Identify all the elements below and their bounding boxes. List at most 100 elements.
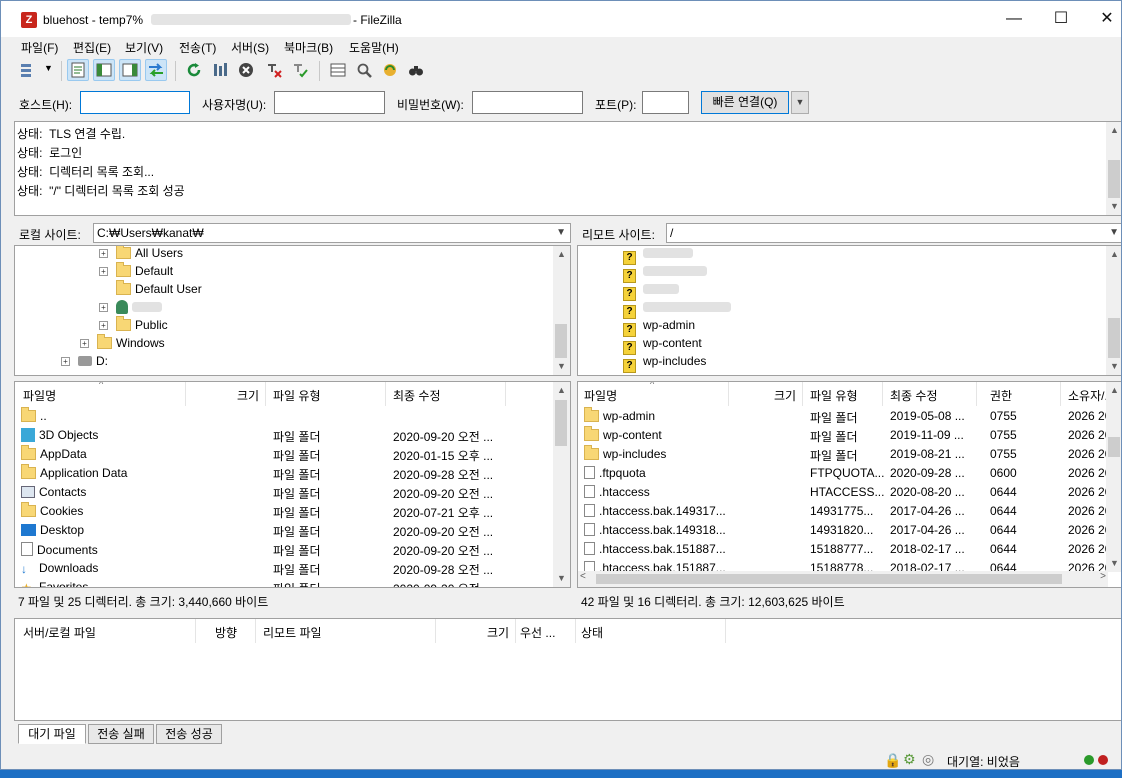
toggle-remote-tree-button[interactable]	[119, 59, 141, 81]
local-path-combo[interactable]: C:₩Users₩kanat₩ ▼	[93, 223, 571, 243]
menu-file[interactable]: 파일(F)	[21, 39, 58, 56]
quickconnect-button[interactable]: 빠른 연결(Q)	[701, 91, 789, 114]
chevron-down-icon[interactable]: ▼	[1109, 224, 1119, 242]
queue-column-priority[interactable]: 우선 ...	[520, 624, 555, 641]
local-list-scrollbar[interactable]: ▲ ▼	[553, 382, 570, 587]
process-queue-button[interactable]	[209, 59, 231, 81]
scroll-thumb[interactable]	[1108, 318, 1120, 358]
tree-item[interactable]: + Windows	[80, 334, 165, 354]
scroll-up-icon[interactable]: ▲	[553, 382, 570, 399]
log-scrollbar[interactable]: ▲ ▼	[1106, 122, 1121, 215]
site-manager-button[interactable]: ▼	[17, 59, 55, 81]
queue-column-size[interactable]: 크기	[487, 624, 509, 641]
tree-item[interactable]: ?	[623, 264, 707, 283]
scroll-down-icon[interactable]: ▼	[1106, 555, 1121, 572]
column-divider[interactable]	[505, 382, 506, 406]
expand-icon[interactable]: +	[99, 303, 108, 312]
column-size-header[interactable]: 크기	[774, 387, 796, 404]
sync-browse-button[interactable]	[379, 59, 401, 81]
remote-list-hscrollbar[interactable]: < >	[578, 571, 1108, 587]
expand-icon[interactable]: +	[99, 267, 108, 276]
refresh-button[interactable]	[183, 59, 205, 81]
find-files-button[interactable]	[405, 59, 427, 81]
tree-item[interactable]: ? wp-content	[623, 336, 702, 355]
port-input[interactable]	[642, 91, 689, 114]
column-divider[interactable]	[725, 619, 726, 643]
scroll-down-icon[interactable]: ▼	[1106, 198, 1121, 215]
scroll-thumb[interactable]	[596, 574, 1062, 584]
tree-item[interactable]: ?	[623, 246, 693, 265]
toggle-queue-button[interactable]	[145, 59, 167, 81]
search-button[interactable]	[353, 59, 375, 81]
remote-list-scrollbar[interactable]: ▲ ▼	[1106, 382, 1121, 572]
tab-failed-transfers[interactable]: 전송 실패	[88, 724, 154, 744]
chevron-down-icon[interactable]: ▼	[556, 224, 566, 242]
toggle-local-tree-button[interactable]	[93, 59, 115, 81]
remote-path-combo[interactable]: / ▼	[666, 223, 1121, 243]
queue-column-local[interactable]: 서버/로컬 파일	[23, 624, 96, 641]
menu-bookmarks[interactable]: 북마크(B)	[284, 39, 333, 56]
username-input[interactable]	[274, 91, 385, 114]
scroll-up-icon[interactable]: ▲	[1106, 122, 1121, 139]
tree-item[interactable]: + All Users	[99, 246, 183, 264]
column-divider[interactable]	[1060, 382, 1061, 406]
column-divider[interactable]	[802, 382, 803, 406]
column-type-header[interactable]: 파일 유형	[273, 387, 321, 404]
toggle-log-button[interactable]	[67, 59, 89, 81]
menu-view[interactable]: 보기(V)	[125, 39, 163, 56]
tree-item[interactable]: ? wp-includes	[623, 354, 706, 373]
column-type-header[interactable]: 파일 유형	[810, 387, 858, 404]
tab-queued-files[interactable]: 대기 파일	[18, 724, 86, 744]
column-divider[interactable]	[728, 382, 729, 406]
scroll-thumb[interactable]	[1108, 160, 1120, 198]
minimize-button[interactable]: —	[991, 1, 1037, 37]
remote-tree-scrollbar[interactable]: ▲ ▼	[1106, 246, 1121, 375]
tree-item[interactable]: + D:	[61, 354, 108, 372]
maximize-button[interactable]: ☐	[1038, 1, 1084, 37]
tree-item[interactable]: ?	[623, 300, 731, 319]
scroll-down-icon[interactable]: ▼	[1106, 358, 1121, 375]
close-button[interactable]: ✕	[1084, 1, 1121, 37]
column-divider[interactable]	[195, 619, 196, 643]
scroll-right-icon[interactable]: >	[1100, 571, 1106, 582]
scroll-up-icon[interactable]: ▲	[553, 246, 570, 263]
scroll-thumb[interactable]	[555, 400, 567, 446]
column-name-header[interactable]: 파일명	[584, 387, 617, 404]
scroll-down-icon[interactable]: ▼	[553, 358, 570, 375]
tree-item[interactable]: + Public	[99, 316, 168, 336]
tree-item[interactable]: +	[99, 300, 162, 318]
scroll-thumb[interactable]	[555, 324, 567, 358]
column-divider[interactable]	[575, 619, 576, 643]
menu-help[interactable]: 도움말(H)	[349, 39, 399, 56]
local-tree-scrollbar[interactable]: ▲ ▼	[553, 246, 570, 375]
column-name-header[interactable]: 파일명	[23, 387, 56, 404]
column-divider[interactable]	[435, 619, 436, 643]
column-permissions-header[interactable]: 권한	[990, 387, 1012, 404]
reconnect-button[interactable]	[289, 59, 311, 81]
cancel-operation-button[interactable]	[235, 59, 257, 81]
menu-transfer[interactable]: 전송(T)	[179, 39, 216, 56]
column-divider[interactable]	[515, 619, 516, 643]
scroll-down-icon[interactable]: ▼	[553, 570, 570, 587]
expand-icon[interactable]: +	[61, 357, 70, 366]
tree-item[interactable]: Default User	[116, 280, 202, 300]
tab-successful-transfers[interactable]: 전송 성공	[156, 724, 222, 744]
column-divider[interactable]	[185, 382, 186, 406]
queue-column-remote[interactable]: 리모트 파일	[263, 624, 322, 641]
expand-icon[interactable]: +	[80, 339, 89, 348]
scroll-thumb[interactable]	[1108, 437, 1120, 457]
tree-item[interactable]: ?	[623, 282, 679, 301]
column-divider[interactable]	[976, 382, 977, 406]
disconnect-button[interactable]	[263, 59, 285, 81]
column-divider[interactable]	[265, 382, 266, 406]
menu-server[interactable]: 서버(S)	[231, 39, 269, 56]
scroll-up-icon[interactable]: ▲	[1106, 382, 1121, 399]
column-divider[interactable]	[255, 619, 256, 643]
scroll-left-icon[interactable]: <	[580, 571, 586, 582]
column-divider[interactable]	[882, 382, 883, 406]
speed-limit-icon[interactable]: ◎	[922, 751, 934, 768]
column-size-header[interactable]: 크기	[237, 387, 259, 404]
quickconnect-history-dropdown[interactable]: ▼	[791, 91, 809, 114]
column-modified-header[interactable]: 최종 수정	[890, 387, 938, 404]
tree-item[interactable]: + Default	[99, 262, 173, 282]
